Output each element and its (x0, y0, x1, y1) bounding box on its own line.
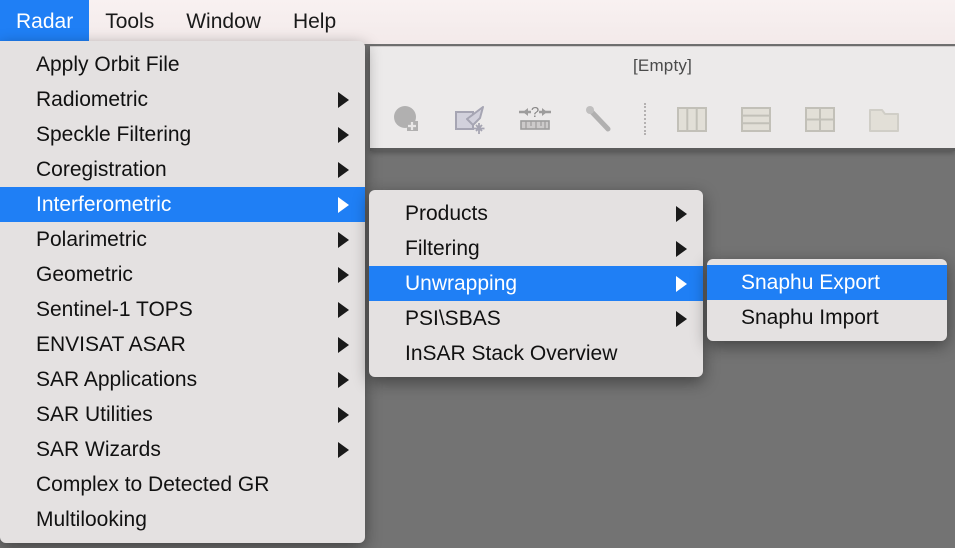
tile-grid-icon[interactable] (799, 100, 841, 138)
submenu-arrow-icon (338, 301, 349, 318)
window-folder-icon[interactable] (863, 100, 905, 138)
submenu-arrow-icon (676, 310, 687, 327)
menu-unwrapping: Snaphu Export Snaphu Import (707, 259, 947, 341)
menu-bar: Radar Tools Window Help (0, 0, 955, 44)
menu-item-insar-stack-overview[interactable]: InSAR Stack Overview (369, 336, 703, 371)
menu-item-coregistration[interactable]: Coregistration (0, 152, 365, 187)
menu-item-apply-orbit-file[interactable]: Apply Orbit File (0, 47, 365, 82)
menu-interferometric: Products Filtering Unwrapping PSI\SBAS I… (369, 190, 703, 377)
open-product-icon[interactable] (386, 100, 428, 138)
menu-item-complex-to-detected-gr[interactable]: Complex to Detected GR (0, 467, 365, 502)
submenu-arrow-icon (338, 91, 349, 108)
submenu-arrow-icon (676, 240, 687, 257)
submenu-arrow-icon (338, 161, 349, 178)
menu-item-label: Filtering (405, 236, 480, 260)
tile-horizontal-icon[interactable] (735, 100, 777, 138)
menu-item-label: Coregistration (36, 157, 167, 181)
menubar-item-radar[interactable]: Radar (0, 0, 90, 44)
submenu-arrow-icon (338, 406, 349, 423)
menu-item-unwrapping[interactable]: Unwrapping (369, 266, 703, 301)
menu-item-label: Unwrapping (405, 271, 518, 295)
menu-item-label: Snaphu Export (741, 270, 880, 294)
menu-item-label: Speckle Filtering (36, 122, 192, 146)
menu-item-filtering[interactable]: Filtering (369, 231, 703, 266)
menu-item-label: SAR Wizards (36, 437, 161, 461)
menu-item-label: Products (405, 201, 488, 225)
menu-item-label: Geometric (36, 262, 133, 286)
menu-item-label: SAR Utilities (36, 402, 153, 426)
menu-item-interferometric[interactable]: Interferometric (0, 187, 365, 222)
menu-item-speckle-filtering[interactable]: Speckle Filtering (0, 117, 365, 152)
submenu-arrow-icon (338, 371, 349, 388)
magic-wand-icon[interactable] (578, 100, 620, 138)
submenu-arrow-icon (338, 266, 349, 283)
menu-item-sentinel-1-tops[interactable]: Sentinel-1 TOPS (0, 292, 365, 327)
submenu-arrow-icon (676, 205, 687, 222)
menu-item-sar-applications[interactable]: SAR Applications (0, 362, 365, 397)
toolbar: ? (370, 91, 955, 147)
menu-item-radiometric[interactable]: Radiometric (0, 82, 365, 117)
submenu-arrow-icon (676, 275, 687, 292)
menu-radar: Apply Orbit File Radiometric Speckle Fil… (0, 41, 365, 543)
menubar-item-help[interactable]: Help (277, 0, 352, 44)
menubar-item-window[interactable]: Window (170, 0, 277, 44)
menu-item-label: Complex to Detected GR (36, 472, 270, 496)
submenu-arrow-icon (338, 231, 349, 248)
menu-item-polarimetric[interactable]: Polarimetric (0, 222, 365, 257)
menu-item-products[interactable]: Products (369, 196, 703, 231)
menubar-item-tools[interactable]: Tools (89, 0, 170, 44)
menu-item-sar-utilities[interactable]: SAR Utilities (0, 397, 365, 432)
submenu-arrow-icon (338, 336, 349, 353)
application-window: [Empty] ? (370, 46, 955, 151)
menu-item-label: Polarimetric (36, 227, 147, 251)
menu-item-label: PSI\SBAS (405, 306, 501, 330)
menu-item-label: Sentinel-1 TOPS (36, 297, 193, 321)
menu-item-label: InSAR Stack Overview (405, 341, 618, 365)
menu-item-sar-wizards[interactable]: SAR Wizards (0, 432, 365, 467)
toolbar-bottom-edge (370, 148, 955, 151)
import-vector-icon[interactable] (450, 100, 492, 138)
submenu-arrow-icon (338, 441, 349, 458)
submenu-arrow-icon (338, 126, 349, 143)
toolbar-separator (644, 103, 647, 135)
window-title: [Empty] (632, 56, 693, 75)
menu-item-label: ENVISAT ASAR (36, 332, 186, 356)
menu-item-multilooking[interactable]: Multilooking (0, 502, 365, 537)
submenu-arrow-icon (338, 196, 349, 213)
menu-item-snaphu-export[interactable]: Snaphu Export (707, 265, 947, 300)
menu-item-snaphu-import[interactable]: Snaphu Import (707, 300, 947, 335)
menu-item-label: Multilooking (36, 507, 147, 531)
svg-text:?: ? (531, 104, 539, 121)
menu-item-label: Interferometric (36, 192, 172, 216)
menu-item-label: Apply Orbit File (36, 52, 180, 76)
menu-item-label: SAR Applications (36, 367, 198, 391)
menu-item-geometric[interactable]: Geometric (0, 257, 365, 292)
range-question-icon[interactable]: ? (514, 100, 556, 138)
menu-item-envisat-asar[interactable]: ENVISAT ASAR (0, 327, 365, 362)
menu-item-psi-sbas[interactable]: PSI\SBAS (369, 301, 703, 336)
menu-item-label: Radiometric (36, 87, 149, 111)
tile-vertical-icon[interactable] (671, 100, 713, 138)
menu-item-label: Snaphu Import (741, 305, 879, 329)
